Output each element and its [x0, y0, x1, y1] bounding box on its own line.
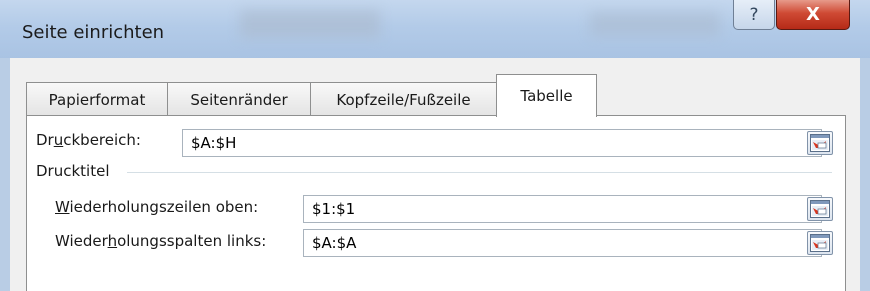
background-blur: [590, 12, 720, 36]
columns-to-repeat-label: Wiederholungsspalten links:: [55, 232, 267, 250]
columns-to-repeat-field[interactable]: [303, 229, 822, 257]
tab-papierformat[interactable]: Papierformat: [26, 82, 168, 116]
rows-to-repeat-range-button[interactable]: [807, 197, 833, 221]
print-area-field[interactable]: [182, 129, 822, 157]
print-titles-group-label: Drucktitel: [36, 162, 110, 180]
help-icon: ?: [749, 4, 759, 25]
title-bar: Seite einrichten ? X: [0, 0, 870, 58]
print-area-label: Druckbereich:: [36, 131, 141, 149]
print-area-range-button[interactable]: [807, 131, 833, 155]
tab-tabelle[interactable]: Tabelle: [496, 74, 597, 117]
tab-seitenraender[interactable]: Seitenränder: [167, 82, 311, 116]
columns-to-repeat-range-button[interactable]: [807, 231, 833, 255]
close-button[interactable]: X: [776, 0, 850, 30]
rows-to-repeat-label: Wiederholungszeilen oben:: [55, 198, 259, 216]
group-divider: [127, 172, 832, 173]
tab-panel-tabelle: Druckbereich: Drucktitel Wiederholungsze…: [26, 115, 846, 291]
background-blur: [240, 10, 380, 38]
window-title: Seite einrichten: [22, 22, 165, 43]
rows-to-repeat-field[interactable]: [303, 195, 822, 223]
tab-kopfzeile-fusszeile[interactable]: Kopfzeile/Fußzeile: [310, 82, 497, 116]
dialog-body: Papierformat Seitenränder Kopfzeile/Fußz…: [10, 58, 860, 291]
help-button[interactable]: ?: [733, 0, 775, 30]
close-icon: X: [806, 4, 820, 25]
